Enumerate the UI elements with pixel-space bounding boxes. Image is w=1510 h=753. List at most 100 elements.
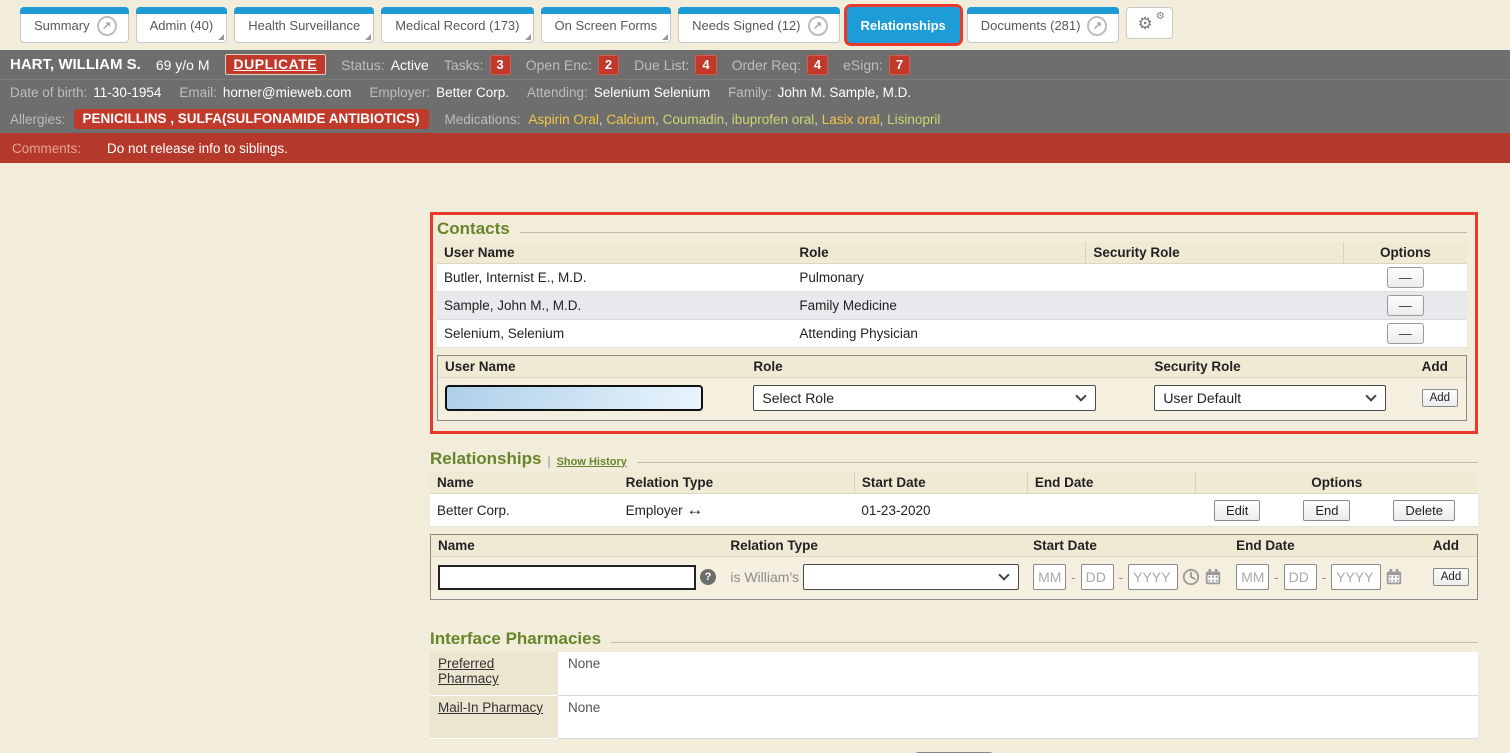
dob-value: 11-30-1954 — [93, 85, 161, 100]
due-list-badge[interactable]: 4 — [695, 55, 716, 75]
popout-icon[interactable]: ↗ — [1087, 16, 1107, 36]
order-req-badge[interactable]: 4 — [807, 55, 828, 75]
medication-item[interactable]: Aspirin Oral — [528, 112, 599, 127]
tab-medical-record-label: Medical Record (173) — [395, 18, 519, 33]
contacts-col-user-name: User Name — [437, 242, 792, 264]
remove-contact-button[interactable]: — — [1387, 267, 1424, 288]
main-content: Contacts User Name Role Security Role Op… — [430, 212, 1478, 753]
medication-item[interactable]: Calcium — [599, 112, 655, 127]
duplicate-flag[interactable]: DUPLICATE — [225, 54, 327, 75]
tab-admin[interactable]: Admin (40) — [136, 7, 228, 43]
start-month-input[interactable] — [1033, 564, 1066, 590]
popout-icon[interactable]: ↗ — [97, 16, 117, 36]
tab-summary[interactable]: Summary ↗ — [20, 7, 129, 43]
relation-type-select[interactable] — [803, 564, 1019, 590]
contact-user-name: Sample, John M., M.D. — [437, 292, 792, 320]
open-enc-badge[interactable]: 2 — [598, 55, 619, 75]
section-divider-line — [637, 462, 1478, 463]
add-contact-box: User Name Role Security Role Add Select … — [437, 355, 1467, 421]
contact-row: Butler, Internist E., M.D. Pulmonary — — [437, 264, 1467, 292]
preferred-pharmacy-link[interactable]: Preferred Pharmacy — [438, 656, 499, 686]
tab-medical-record[interactable]: Medical Record (173) — [381, 7, 533, 43]
attending-label: Attending: — [527, 85, 588, 100]
comments-bar: Comments: Do not release info to sibling… — [0, 133, 1510, 163]
medication-item[interactable]: Lisinopril — [880, 112, 941, 127]
relationship-name: Better Corp. — [430, 494, 619, 527]
allergies-value[interactable]: PENICILLINS , SULFA(SULFONAMIDE ANTIBIOT… — [74, 109, 429, 129]
end-day-input[interactable] — [1284, 564, 1317, 590]
contact-security-role-select[interactable]: User Default — [1154, 385, 1386, 411]
medication-item[interactable]: Coumadin — [655, 112, 724, 127]
employer-value: Better Corp. — [436, 85, 509, 100]
help-icon[interactable]: ? — [700, 569, 716, 585]
status-value: Active — [391, 57, 429, 73]
add-rel-col-add: Add — [1426, 535, 1477, 557]
allergies-label: Allergies: — [10, 112, 66, 127]
section-divider-line — [611, 642, 1478, 643]
start-day-input[interactable] — [1081, 564, 1114, 590]
chevron-down-icon — [1366, 390, 1377, 401]
popout-icon[interactable]: ↗ — [808, 16, 828, 36]
show-history-link[interactable]: Show History — [557, 456, 627, 468]
end-year-input[interactable] — [1331, 564, 1381, 590]
chevron-down-icon — [998, 569, 1009, 580]
tab-relationships[interactable]: Relationships — [847, 7, 960, 43]
add-contact-button[interactable]: Add — [1422, 389, 1458, 407]
end-month-input[interactable] — [1236, 564, 1269, 590]
relationship-row: Better Corp. Employer ↔ 01-23-2020 Edit … — [430, 494, 1478, 527]
medication-item[interactable]: Lasix oral — [814, 112, 879, 127]
pharmacy-row: Mail-In Pharmacy None — [430, 695, 1478, 738]
patient-header-row2: Date of birth: 11-30-1954 Email: horner@… — [0, 79, 1510, 105]
relationships-table: Name Relation Type Start Date End Date O… — [430, 472, 1478, 527]
calendar-icon[interactable] — [1385, 568, 1403, 586]
add-rel-col-end-date: End Date — [1229, 535, 1426, 557]
patient-header-row1: HART, WILLIAM S. 69 y/o M DUPLICATE Stat… — [0, 50, 1510, 79]
tab-on-screen-forms[interactable]: On Screen Forms — [541, 7, 672, 43]
tab-health-surveillance[interactable]: Health Surveillance — [234, 7, 374, 43]
delete-relationship-button[interactable]: Delete — [1393, 500, 1455, 521]
preferred-pharmacy-value: None — [558, 652, 1478, 695]
tab-summary-label: Summary — [34, 18, 90, 33]
gears-icon: ⚙ — [1137, 15, 1152, 32]
add-rel-col-relation-type: Relation Type — [723, 535, 1026, 557]
add-relationship-button[interactable]: Add — [1433, 568, 1469, 586]
history-divider: | — [547, 454, 550, 468]
tab-needs-signed[interactable]: Needs Signed (12) ↗ — [678, 7, 839, 43]
contact-role-select[interactable]: Select Role — [753, 385, 1096, 411]
pharmacies-title: Interface Pharmacies — [430, 629, 601, 649]
possessive-text: is William's — [730, 569, 799, 585]
due-list-label: Due List: — [634, 57, 689, 73]
clock-icon[interactable] — [1182, 568, 1200, 586]
tasks-badge[interactable]: 3 — [490, 55, 511, 75]
settings-button[interactable]: ⚙ ⚙ — [1126, 7, 1172, 39]
comments-value: Do not release info to siblings. — [107, 141, 288, 156]
edit-relationship-button[interactable]: Edit — [1214, 500, 1260, 521]
contact-row: Selenium, Selenium Attending Physician — — [437, 320, 1467, 348]
relationship-name-input[interactable] — [438, 565, 696, 590]
family-label: Family: — [728, 85, 772, 100]
contacts-col-security-role: Security Role — [1086, 242, 1344, 264]
add-contact-col-user-name: User Name — [438, 356, 746, 378]
tasks-label: Tasks: — [444, 57, 484, 73]
relationships-title: Relationships — [430, 449, 541, 469]
tab-needs-signed-label: Needs Signed (12) — [692, 18, 800, 33]
start-year-input[interactable] — [1128, 564, 1178, 590]
contact-user-name-input[interactable] — [445, 385, 703, 411]
pharmacies-table: Preferred Pharmacy None Mail-In Pharmacy… — [430, 652, 1478, 739]
end-relationship-button[interactable]: End — [1303, 500, 1350, 521]
contact-row: Sample, John M., M.D. Family Medicine — — [437, 292, 1467, 320]
calendar-icon[interactable] — [1204, 568, 1222, 586]
patient-name: HART, WILLIAM S. — [10, 56, 141, 73]
remove-contact-button[interactable]: — — [1387, 323, 1424, 344]
remove-contact-button[interactable]: — — [1387, 295, 1424, 316]
medication-item[interactable]: ibuprofen oral — [724, 112, 814, 127]
email-value: horner@mieweb.com — [223, 85, 352, 100]
contacts-col-role: Role — [792, 242, 1086, 264]
mail-in-pharmacy-link[interactable]: Mail-In Pharmacy — [438, 700, 543, 715]
tab-documents[interactable]: Documents (281) ↗ — [967, 7, 1120, 43]
employer-label: Employer: — [369, 85, 430, 100]
relationship-type: Employer — [626, 503, 683, 518]
esign-badge[interactable]: 7 — [889, 55, 910, 75]
gears-icon-small: ⚙ — [1156, 11, 1165, 22]
mail-in-pharmacy-value: None — [558, 695, 1478, 738]
